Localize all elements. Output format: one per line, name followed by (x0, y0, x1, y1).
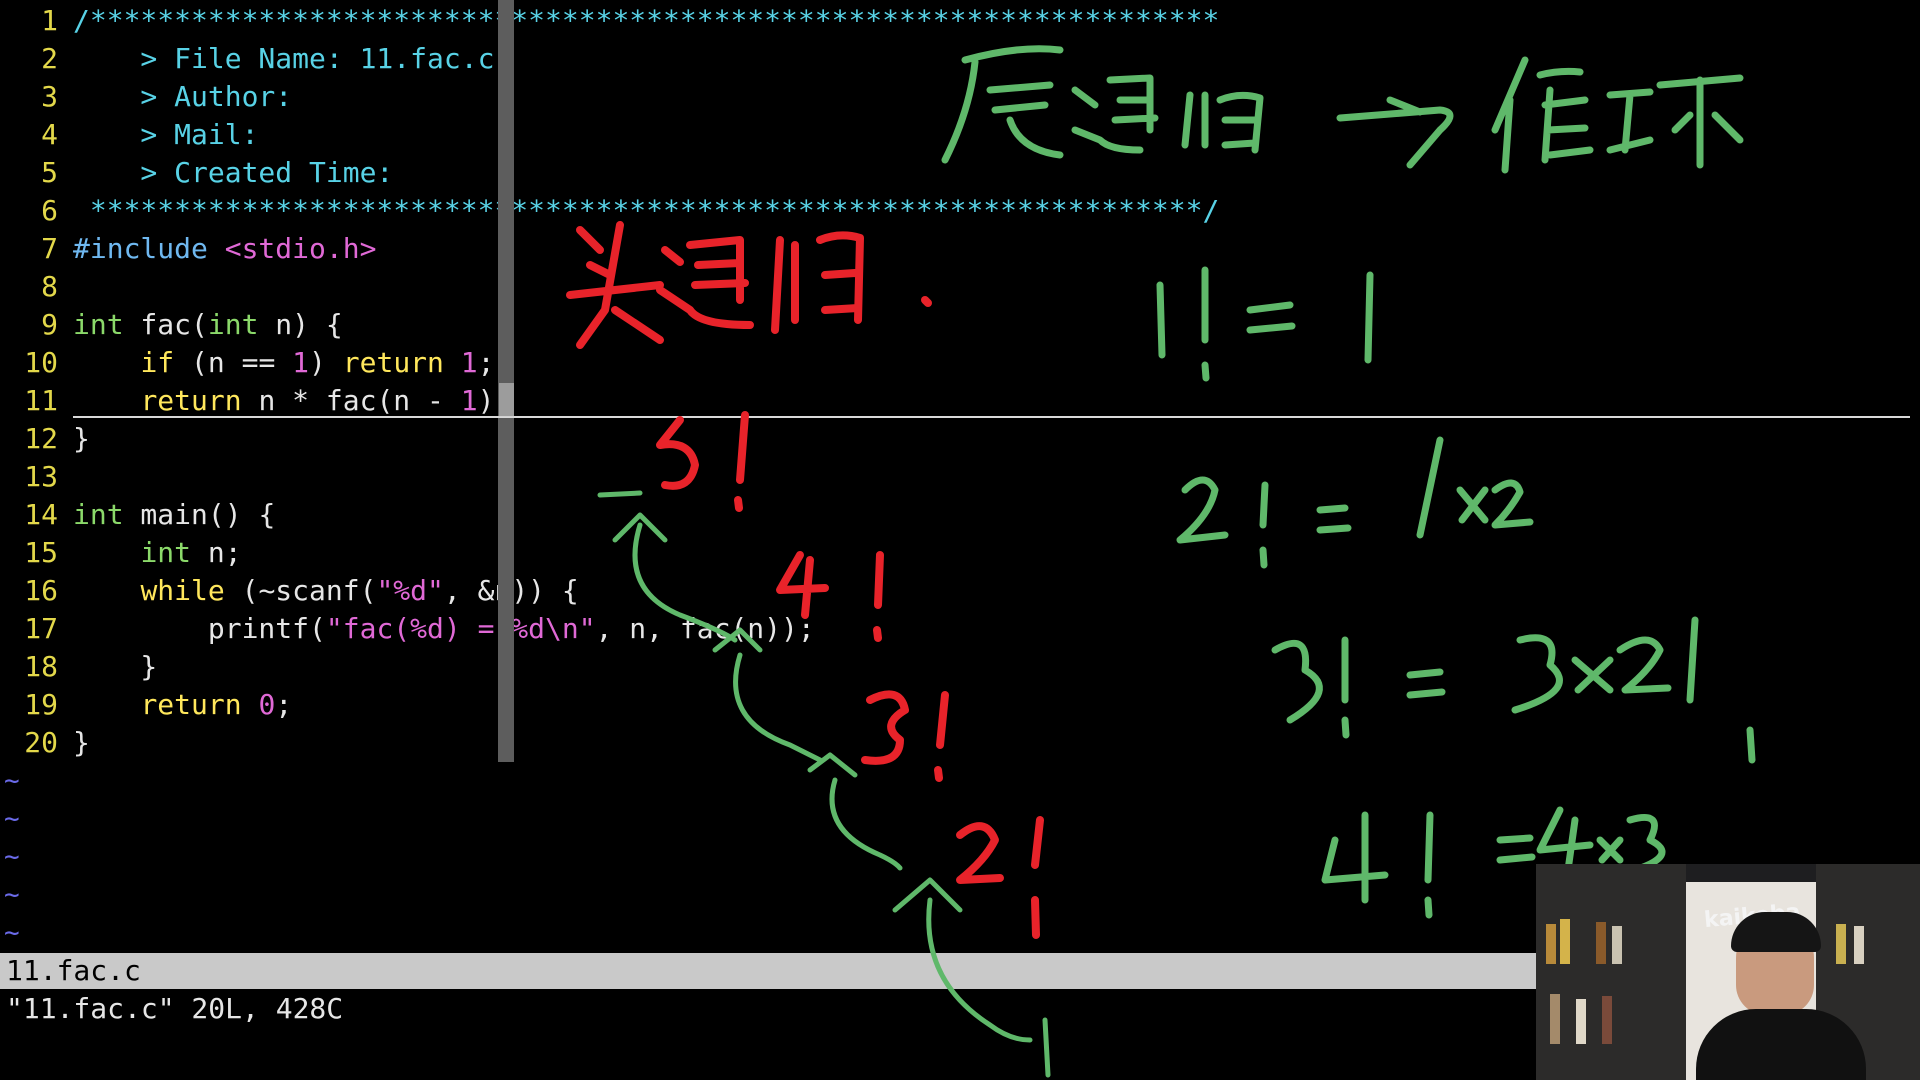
book (1550, 994, 1560, 1044)
green-equations (1156, 266, 1756, 919)
book (1560, 919, 1570, 964)
book (1576, 999, 1586, 1044)
webcam-overlay: kaikeba (1536, 864, 1920, 1080)
book (1546, 924, 1556, 964)
recursion-arrows (597, 490, 1051, 1078)
book (1854, 926, 1864, 964)
presenter-hair (1731, 912, 1821, 952)
title-handwriting (941, 45, 1744, 174)
book (1596, 922, 1606, 964)
book (1602, 996, 1612, 1044)
presenter-body (1696, 1009, 1866, 1080)
book (1836, 924, 1846, 964)
red-label-handwriting (566, 221, 864, 349)
book (1612, 926, 1622, 964)
bookshelf (1536, 864, 1686, 1080)
